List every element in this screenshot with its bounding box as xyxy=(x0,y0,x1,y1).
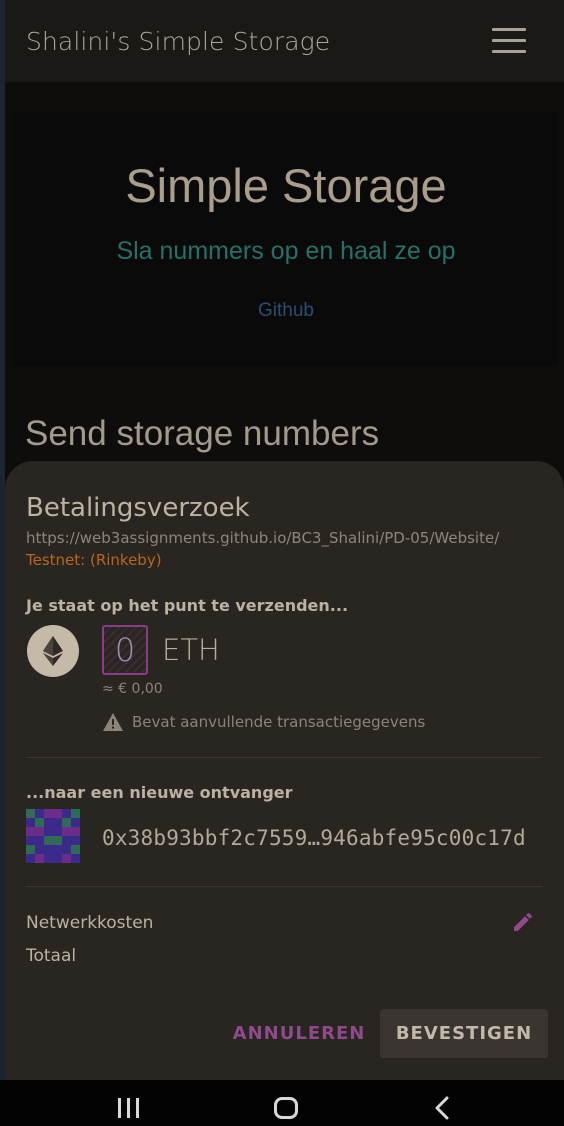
payment-request-sheet: Betalingsverzoek https://web3assignments… xyxy=(5,461,564,1080)
currency-label: ETH xyxy=(162,633,220,667)
recipient-label: ...naar een nieuwe ontvanger xyxy=(26,783,293,802)
github-link[interactable]: Github xyxy=(14,300,558,322)
app-bar: Shalini's Simple Storage xyxy=(5,0,564,82)
recipient-identicon xyxy=(26,809,80,863)
pencil-edit-icon[interactable] xyxy=(511,910,535,934)
confirm-button[interactable]: BEVESTIGEN xyxy=(380,1009,548,1058)
divider xyxy=(26,757,542,758)
divider xyxy=(26,886,542,887)
request-url: https://web3assignments.github.io/BC3_Sh… xyxy=(26,529,500,547)
recents-icon[interactable] xyxy=(118,1098,140,1118)
hamburger-menu-icon[interactable] xyxy=(492,28,526,54)
fiat-value: ≈ € 0,00 xyxy=(102,681,163,697)
sending-label: Je staat op het punt te verzenden... xyxy=(26,596,349,615)
recipient-address[interactable]: 0x38b93bbf2c7559…946abfe95c00c17d xyxy=(102,826,526,850)
home-icon[interactable] xyxy=(274,1097,298,1119)
sheet-title: Betalingsverzoek xyxy=(26,493,250,523)
warning-text: Bevat aanvullende transactiegegevens xyxy=(132,713,426,731)
amount-value: 0 xyxy=(102,625,148,675)
hero-title: Simple Storage xyxy=(125,159,447,212)
network-fees-label: Netwerkkosten xyxy=(26,913,154,933)
system-navigation-bar xyxy=(0,1080,564,1126)
hero-subtitle: Sla nummers op en haal ze op xyxy=(116,237,456,265)
transaction-data-warning: Bevat aanvullende transactiegegevens xyxy=(103,713,425,731)
section-heading: Send storage numbers xyxy=(25,414,380,453)
hero-section: Simple Storage Sla nummers op en haal ze… xyxy=(14,112,558,366)
back-icon[interactable] xyxy=(432,1096,452,1120)
app-title: Shalini's Simple Storage xyxy=(26,26,331,56)
network-label: Testnet: (Rinkeby) xyxy=(26,551,162,569)
total-label: Totaal xyxy=(26,946,77,966)
cancel-button[interactable]: ANNULEREN xyxy=(233,1009,365,1057)
warning-triangle-icon xyxy=(103,713,123,731)
ethereum-logo-icon xyxy=(27,625,79,677)
